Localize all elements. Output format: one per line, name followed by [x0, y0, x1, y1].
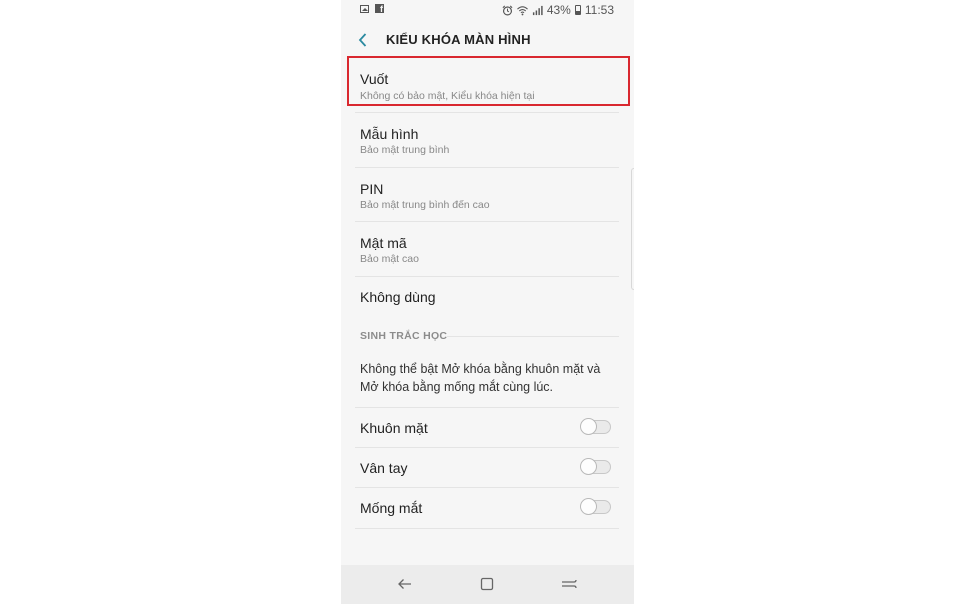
- wifi-icon: [516, 5, 528, 15]
- fingerprint-toggle-switch[interactable]: [580, 458, 611, 475]
- toggle-row-face[interactable]: Khuôn mặt: [355, 407, 619, 448]
- facebook-icon: f: [375, 4, 384, 14]
- option-pattern[interactable]: Mẫu hình Bảo mật trung bình: [355, 112, 619, 168]
- option-title: Không dùng: [360, 289, 436, 305]
- app-bar: KIỂU KHÓA MÀN HÌNH: [341, 26, 634, 54]
- scrollbar[interactable]: [631, 168, 634, 290]
- face-toggle-switch[interactable]: [580, 418, 611, 435]
- option-none[interactable]: Không dùng: [355, 276, 619, 316]
- toggle-label: Mống mắt: [360, 500, 423, 516]
- switch-knob: [580, 418, 597, 435]
- status-time: 11:53: [584, 3, 614, 17]
- page-title: KIỂU KHÓA MÀN HÌNH: [386, 32, 531, 47]
- biometrics-section-header: SINH TRẮC HỌC: [360, 330, 448, 342]
- alarm-icon: [502, 5, 513, 15]
- iris-toggle-switch[interactable]: [580, 498, 611, 515]
- recents-nav-icon[interactable]: [559, 574, 579, 594]
- chevron-left-icon[interactable]: [353, 30, 373, 50]
- section-divider: [447, 336, 619, 337]
- battery-percent: 43%: [546, 3, 571, 17]
- status-bar: f 43% 11:53: [341, 0, 634, 20]
- signal-icon: [532, 5, 543, 15]
- toggle-row-iris[interactable]: Mống mắt: [355, 487, 619, 529]
- option-subtitle: Bảo mật cao: [360, 253, 419, 265]
- option-subtitle: Bảo mật trung bình đến cao: [360, 199, 490, 211]
- phone-screen: f 43% 11:53 KIỂU KHÓA MÀN HÌNH Vuốt Khôn…: [341, 0, 634, 604]
- option-title: Mẫu hình: [360, 126, 419, 142]
- home-nav-icon[interactable]: [477, 574, 497, 594]
- navigation-bar: [341, 565, 634, 604]
- option-subtitle: Bảo mật trung bình: [360, 144, 450, 156]
- selected-option-highlight: [347, 56, 630, 106]
- back-nav-icon[interactable]: [395, 574, 415, 594]
- option-password[interactable]: Mật mã Bảo mật cao: [355, 221, 619, 277]
- gallery-icon: [360, 4, 369, 13]
- battery-icon: [574, 5, 581, 15]
- toggle-row-fingerprint[interactable]: Vân tay: [355, 447, 619, 488]
- option-title: PIN: [360, 181, 384, 197]
- switch-knob: [580, 498, 597, 515]
- toggle-label: Khuôn mặt: [360, 420, 428, 436]
- switch-knob: [580, 458, 597, 475]
- biometrics-description: Không thể bật Mở khóa bằng khuôn mặt và …: [360, 362, 601, 394]
- toggle-label: Vân tay: [360, 460, 408, 476]
- option-pin[interactable]: PIN Bảo mật trung bình đến cao: [355, 167, 619, 222]
- option-title: Mật mã: [360, 235, 407, 251]
